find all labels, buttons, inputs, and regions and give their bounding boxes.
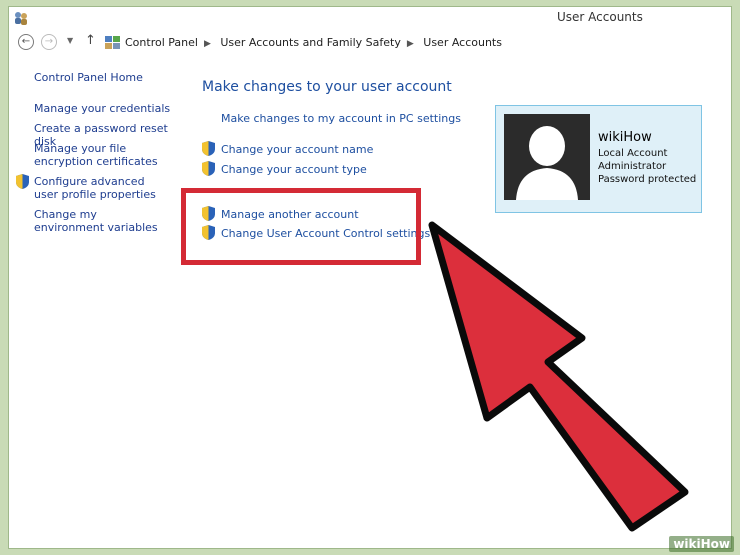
watermark-logo: wikiHow <box>669 536 734 552</box>
pointer-arrow-icon <box>428 221 689 532</box>
